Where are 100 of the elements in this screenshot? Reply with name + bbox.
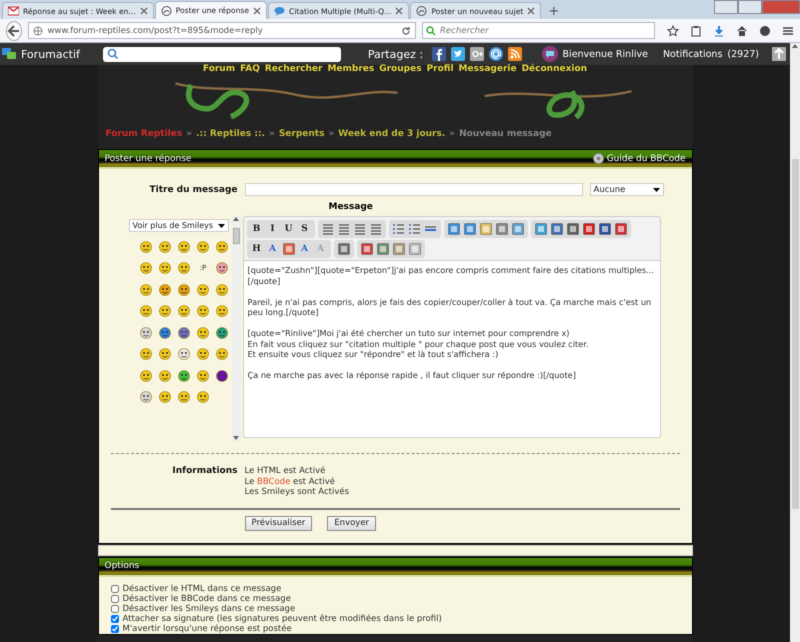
smiley-icon[interactable] <box>140 284 152 296</box>
smiley-icon[interactable] <box>216 305 228 318</box>
smiley-icon[interactable] <box>140 326 152 339</box>
nav-link[interactable]: Déconnexion <box>522 64 588 75</box>
smiley-icon[interactable] <box>140 391 152 404</box>
checkbox[interactable] <box>110 615 118 624</box>
new-tab-button[interactable]: + <box>542 4 566 19</box>
breadcrumb-link[interactable]: Serpents <box>278 129 324 139</box>
home-icon[interactable] <box>736 24 748 36</box>
back-button[interactable] <box>6 20 22 40</box>
nav-link[interactable]: Profil <box>426 64 454 75</box>
nav-link[interactable]: Forum <box>202 64 236 75</box>
menu-icon[interactable] <box>782 24 794 36</box>
scrollbar[interactable] <box>790 43 800 642</box>
insert-button[interactable] <box>548 221 564 237</box>
insert-button[interactable] <box>494 221 510 237</box>
smiley-icon[interactable] <box>197 391 209 404</box>
preview-button[interactable]: Prévisualiser <box>244 516 312 530</box>
bbcode-guide-link[interactable]: Guide du BBCode <box>592 153 686 164</box>
checkbox[interactable] <box>110 625 118 634</box>
scrollbar[interactable] <box>232 216 240 441</box>
smiley-icon[interactable] <box>197 305 209 318</box>
smiley-icon[interactable] <box>159 284 171 296</box>
insert-button[interactable] <box>446 221 462 237</box>
clipboard-icon[interactable] <box>690 24 702 36</box>
format-button[interactable]: A <box>264 241 280 257</box>
smiley-icon[interactable] <box>140 348 152 360</box>
brand-name[interactable]: Forumactif <box>21 48 80 60</box>
insert-button[interactable] <box>612 221 628 237</box>
smiley-icon[interactable] <box>159 348 171 360</box>
send-button[interactable]: Envoyer <box>327 516 376 530</box>
smiley-icon[interactable] <box>159 240 171 253</box>
smiley-icon[interactable] <box>197 284 209 296</box>
smiley-icon[interactable] <box>178 262 190 274</box>
bird-icon[interactable] <box>451 47 466 61</box>
insert-button[interactable] <box>406 241 422 257</box>
rss-icon[interactable] <box>508 47 522 61</box>
nav-link[interactable]: Rechercher <box>264 64 322 75</box>
subject-field[interactable] <box>244 183 582 196</box>
nav-link[interactable]: Membres <box>327 64 374 75</box>
smiley-icon[interactable] <box>159 326 171 339</box>
breadcrumb-link[interactable]: .:: Reptiles ::. <box>196 129 265 139</box>
minimize-button[interactable] <box>714 0 738 14</box>
smileys-dropdown[interactable]: Voir plus de Smileys <box>128 219 228 232</box>
smiley-icon[interactable] <box>216 284 228 296</box>
smiley-icon[interactable] <box>197 348 209 360</box>
scroll-down-icon[interactable] <box>232 435 240 441</box>
scroll-thumb[interactable] <box>232 228 240 244</box>
insert-button[interactable] <box>596 221 612 237</box>
checkbox[interactable] <box>110 604 118 613</box>
reload-icon[interactable] <box>401 26 412 36</box>
insert-button[interactable] <box>510 221 526 237</box>
insert-button[interactable] <box>358 241 374 257</box>
smiley-icon[interactable] <box>216 262 228 274</box>
smiley-icon[interactable] <box>159 262 171 274</box>
speech-bubble-icon[interactable] <box>542 46 558 62</box>
google-plus-icon[interactable] <box>470 47 484 61</box>
insert-button[interactable] <box>280 241 296 257</box>
checkbox[interactable] <box>110 594 118 603</box>
smiley-icon[interactable] <box>178 348 190 360</box>
format-button[interactable]: S <box>296 221 312 237</box>
insert-button[interactable] <box>564 221 580 237</box>
smiley-icon[interactable] <box>178 370 190 382</box>
smiley-icon[interactable] <box>140 305 152 318</box>
address-bar[interactable]: www.forum-reptiles.com/post?t=895&mode=reply <box>28 22 416 39</box>
nav-link[interactable]: Groupes <box>379 64 422 75</box>
smiley-icon[interactable] <box>216 240 228 253</box>
format-button[interactable]: U <box>280 221 296 237</box>
checkbox[interactable] <box>110 584 118 593</box>
smiley-icon[interactable] <box>178 326 190 339</box>
smiley-icon[interactable] <box>197 326 209 339</box>
format-button[interactable]: A <box>296 241 312 257</box>
smiley-icon[interactable] <box>140 240 152 253</box>
nav-link[interactable]: Messagerie <box>458 64 517 75</box>
smiley-icon[interactable] <box>159 305 171 318</box>
smiley-icon[interactable] <box>178 305 190 318</box>
scroll-up-icon[interactable] <box>232 216 240 222</box>
insert-button[interactable] <box>478 221 494 237</box>
email-icon[interactable] <box>489 47 504 61</box>
insert-button[interactable] <box>580 221 596 237</box>
icon-dropdown[interactable]: Aucune <box>590 183 664 196</box>
notifications-link[interactable]: Notifications <box>662 48 722 60</box>
smiley-icon[interactable] <box>216 370 228 382</box>
insert-button[interactable] <box>374 241 390 257</box>
smiley-icon[interactable] <box>140 262 152 274</box>
format-button[interactable]: B <box>248 221 264 237</box>
maximize-button[interactable] <box>738 0 762 14</box>
smiley-icon[interactable] <box>178 391 190 404</box>
format-button[interactable]: I <box>264 221 280 237</box>
smiley-icon[interactable] <box>159 370 171 382</box>
smiley-icon[interactable] <box>197 370 209 382</box>
smiley-icon[interactable] <box>140 370 152 382</box>
breadcrumb-link[interactable]: Week end de 3 jours. <box>338 129 446 139</box>
star-icon[interactable] <box>667 24 679 36</box>
smiley-icon[interactable] <box>178 240 190 253</box>
welcome-link[interactable]: Bienvenue Rinlive <box>562 48 648 60</box>
smiley-icon[interactable] <box>197 240 209 253</box>
smiley-icon[interactable] <box>216 348 228 360</box>
bbcode-link[interactable]: BBCode <box>257 476 290 486</box>
insert-button[interactable] <box>390 241 406 257</box>
